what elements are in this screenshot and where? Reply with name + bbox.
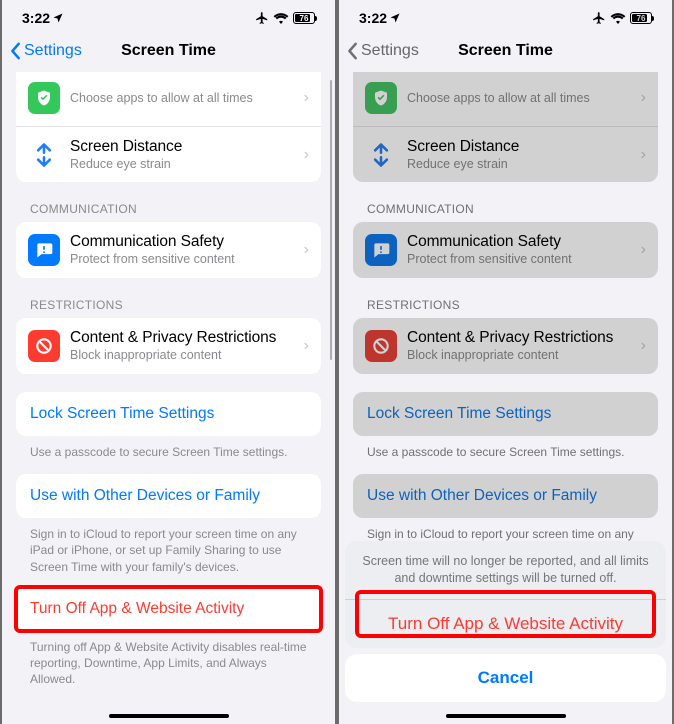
chevron-right-icon: › bbox=[641, 241, 646, 259]
nav-bar: Settings Screen Time bbox=[339, 32, 672, 72]
check-shield-icon bbox=[28, 82, 60, 114]
back-button[interactable]: Settings bbox=[347, 42, 419, 60]
communication-header: COMMUNICATION bbox=[339, 182, 672, 222]
share-note: Sign in to iCloud to report your screen … bbox=[2, 518, 335, 575]
content-area: Choose apps to allow at all times › Scre… bbox=[2, 72, 335, 724]
back-label: Settings bbox=[361, 42, 419, 60]
nav-bar: Settings Screen Time bbox=[2, 32, 335, 72]
no-symbol-icon bbox=[28, 330, 60, 362]
action-sheet: Screen time will no longer be reported, … bbox=[339, 541, 672, 724]
chevron-right-icon: › bbox=[304, 241, 309, 259]
screen-distance-row[interactable]: Screen Distance Reduce eye strain › bbox=[353, 126, 658, 182]
sheet-turn-off-button[interactable]: Turn Off App & Website Activity bbox=[345, 600, 666, 648]
lock-screen-time-label: Lock Screen Time Settings bbox=[30, 405, 214, 422]
scroll-indicator bbox=[330, 80, 333, 360]
phone-right: 3:22 76 Settings Screen Time bbox=[337, 0, 674, 724]
battery-icon: 76 bbox=[293, 12, 315, 24]
restrictions-header: RESTRICTIONS bbox=[339, 278, 672, 318]
status-time: 3:22 bbox=[359, 10, 387, 26]
screen-distance-icon bbox=[365, 139, 397, 171]
use-other-devices-button[interactable]: Use with Other Devices or Family bbox=[16, 474, 321, 518]
content-privacy-row[interactable]: Content & Privacy Restrictions Block ina… bbox=[353, 318, 658, 374]
no-symbol-icon bbox=[365, 330, 397, 362]
home-indicator[interactable] bbox=[109, 714, 229, 719]
nav-title: Screen Time bbox=[339, 42, 672, 60]
chat-warning-icon bbox=[365, 234, 397, 266]
communication-header: COMMUNICATION bbox=[2, 182, 335, 222]
content-privacy-row[interactable]: Content & Privacy Restrictions Block ina… bbox=[16, 318, 321, 374]
screen-distance-sub: Reduce eye strain bbox=[70, 157, 298, 173]
lock-note: Use a passcode to secure Screen Time set… bbox=[2, 436, 335, 460]
lock-note: Use a passcode to secure Screen Time set… bbox=[339, 436, 672, 460]
screen-distance-row[interactable]: Screen Distance Reduce eye strain › bbox=[16, 126, 321, 182]
use-other-devices-label: Use with Other Devices or Family bbox=[367, 487, 597, 504]
status-bar: 3:22 76 bbox=[2, 0, 335, 32]
content-privacy-title: Content & Privacy Restrictions bbox=[407, 328, 635, 347]
back-button[interactable]: Settings bbox=[10, 42, 82, 60]
wifi-icon bbox=[273, 12, 289, 24]
screen-distance-icon bbox=[28, 139, 60, 171]
lock-screen-time-button[interactable]: Lock Screen Time Settings bbox=[353, 392, 658, 436]
chevron-left-icon bbox=[347, 42, 359, 60]
communication-safety-title: Communication Safety bbox=[70, 232, 298, 251]
turn-off-note: Turning off App & Website Activity disab… bbox=[2, 631, 335, 688]
communication-safety-sub: Protect from sensitive content bbox=[407, 252, 635, 268]
turn-off-activity-label: Turn Off App & Website Activity bbox=[30, 600, 244, 617]
always-allowed-sub: Choose apps to allow at all times bbox=[407, 91, 635, 107]
phone-left: 3:22 76 Settings Screen Time bbox=[0, 0, 337, 724]
sheet-message: Screen time will no longer be reported, … bbox=[345, 541, 666, 600]
home-indicator[interactable] bbox=[446, 714, 566, 719]
restrictions-header: RESTRICTIONS bbox=[2, 278, 335, 318]
lock-screen-time-label: Lock Screen Time Settings bbox=[367, 405, 551, 422]
always-allowed-sub: Choose apps to allow at all times bbox=[70, 91, 298, 107]
sheet-cancel-button[interactable]: Cancel bbox=[345, 654, 666, 702]
chevron-right-icon: › bbox=[641, 146, 646, 164]
status-time: 3:22 bbox=[22, 10, 50, 26]
lock-screen-time-button[interactable]: Lock Screen Time Settings bbox=[16, 392, 321, 436]
communication-safety-title: Communication Safety bbox=[407, 232, 635, 251]
use-other-devices-button[interactable]: Use with Other Devices or Family bbox=[353, 474, 658, 518]
chevron-right-icon: › bbox=[641, 89, 646, 107]
screen-distance-title: Screen Distance bbox=[407, 137, 635, 156]
always-allowed-row[interactable]: Choose apps to allow at all times › bbox=[353, 72, 658, 126]
chat-warning-icon bbox=[28, 234, 60, 266]
use-other-devices-label: Use with Other Devices or Family bbox=[30, 487, 260, 504]
screen-distance-sub: Reduce eye strain bbox=[407, 157, 635, 173]
airplane-icon bbox=[255, 11, 269, 25]
turn-off-activity-highlight: Turn Off App & Website Activity bbox=[14, 585, 323, 633]
wifi-icon bbox=[610, 12, 626, 24]
chevron-right-icon: › bbox=[641, 337, 646, 355]
chevron-right-icon: › bbox=[304, 337, 309, 355]
content-privacy-sub: Block inappropriate content bbox=[407, 348, 635, 364]
location-icon bbox=[389, 12, 401, 24]
back-label: Settings bbox=[24, 42, 82, 60]
chevron-left-icon bbox=[10, 42, 22, 60]
communication-safety-row[interactable]: Communication Safety Protect from sensit… bbox=[16, 222, 321, 278]
communication-safety-sub: Protect from sensitive content bbox=[70, 252, 298, 268]
always-allowed-row[interactable]: Choose apps to allow at all times › bbox=[16, 72, 321, 126]
status-bar: 3:22 76 bbox=[339, 0, 672, 32]
content-privacy-sub: Block inappropriate content bbox=[70, 348, 298, 364]
content-privacy-title: Content & Privacy Restrictions bbox=[70, 328, 298, 347]
airplane-icon bbox=[592, 11, 606, 25]
chevron-right-icon: › bbox=[304, 146, 309, 164]
location-icon bbox=[52, 12, 64, 24]
turn-off-activity-button[interactable]: Turn Off App & Website Activity bbox=[18, 589, 319, 629]
chevron-right-icon: › bbox=[304, 89, 309, 107]
battery-icon: 76 bbox=[630, 12, 652, 24]
communication-safety-row[interactable]: Communication Safety Protect from sensit… bbox=[353, 222, 658, 278]
check-shield-icon bbox=[365, 82, 397, 114]
screen-distance-title: Screen Distance bbox=[70, 137, 298, 156]
